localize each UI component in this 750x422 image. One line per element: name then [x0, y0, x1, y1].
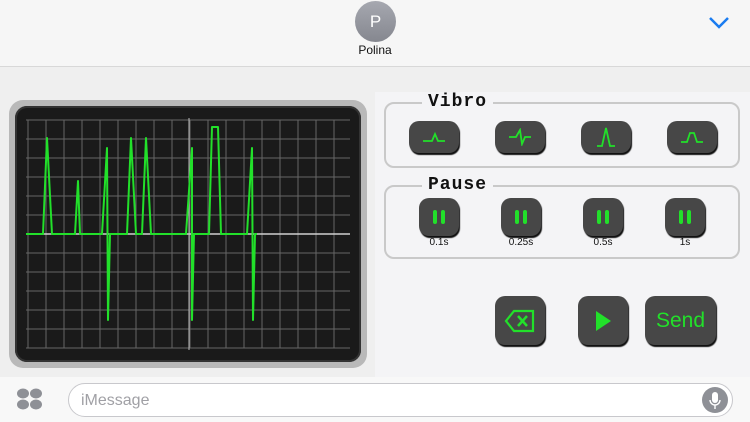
contact-name[interactable]: Polina	[0, 43, 750, 57]
pause-label: 1s	[679, 237, 691, 248]
delete-button[interactable]	[495, 296, 545, 345]
vibro-group: Vibro	[384, 92, 740, 168]
pause-1s-button[interactable]	[665, 198, 705, 236]
vibro-wide-icon	[681, 132, 703, 143]
oscilloscope-display	[9, 100, 367, 368]
pause-icon	[597, 210, 609, 224]
vibro-double-icon	[509, 128, 531, 146]
pause-label: 0.5s	[593, 237, 613, 248]
message-placeholder: iMessage	[81, 392, 150, 409]
pause-0.1s-button[interactable]	[419, 198, 459, 236]
pause-0.5s-button[interactable]	[583, 198, 623, 236]
play-icon	[596, 310, 611, 331]
pause-label: 0.1s	[429, 237, 449, 248]
vibro-short-button[interactable]	[409, 121, 459, 153]
app-drawer-icon[interactable]	[16, 388, 44, 410]
pause-label: 0.25s	[508, 237, 534, 248]
waveform	[26, 118, 350, 350]
pause-group: Pause 0.1s 0.25s 0.5s 1s	[384, 175, 740, 259]
conversation-header: P Polina	[0, 0, 750, 67]
pause-icon	[679, 210, 691, 224]
pause-icon	[515, 210, 527, 224]
vibro-tall-icon	[597, 127, 615, 147]
send-button[interactable]: Send	[645, 296, 716, 345]
message-input[interactable]: iMessage	[68, 383, 733, 417]
microphone-icon	[709, 392, 721, 409]
pause-icon	[433, 210, 445, 224]
vibro-short-icon	[423, 131, 445, 142]
microphone-button[interactable]	[702, 387, 728, 413]
vibro-double-button[interactable]	[495, 121, 545, 153]
vibro-title: Vibro	[422, 92, 494, 112]
pause-0.25s-button[interactable]	[501, 198, 541, 236]
pause-title: Pause	[422, 175, 494, 195]
control-panel: Vibro Pause 0.1s 0.25s 0.5s 1s Send	[375, 92, 750, 377]
play-button[interactable]	[578, 296, 628, 345]
vibro-wide-button[interactable]	[667, 121, 717, 153]
compose-bar: iMessage	[0, 377, 750, 422]
avatar[interactable]: P	[355, 1, 396, 42]
backspace-icon	[504, 309, 535, 332]
chevron-down-icon[interactable]	[708, 14, 730, 30]
vibro-tall-button[interactable]	[581, 121, 631, 153]
